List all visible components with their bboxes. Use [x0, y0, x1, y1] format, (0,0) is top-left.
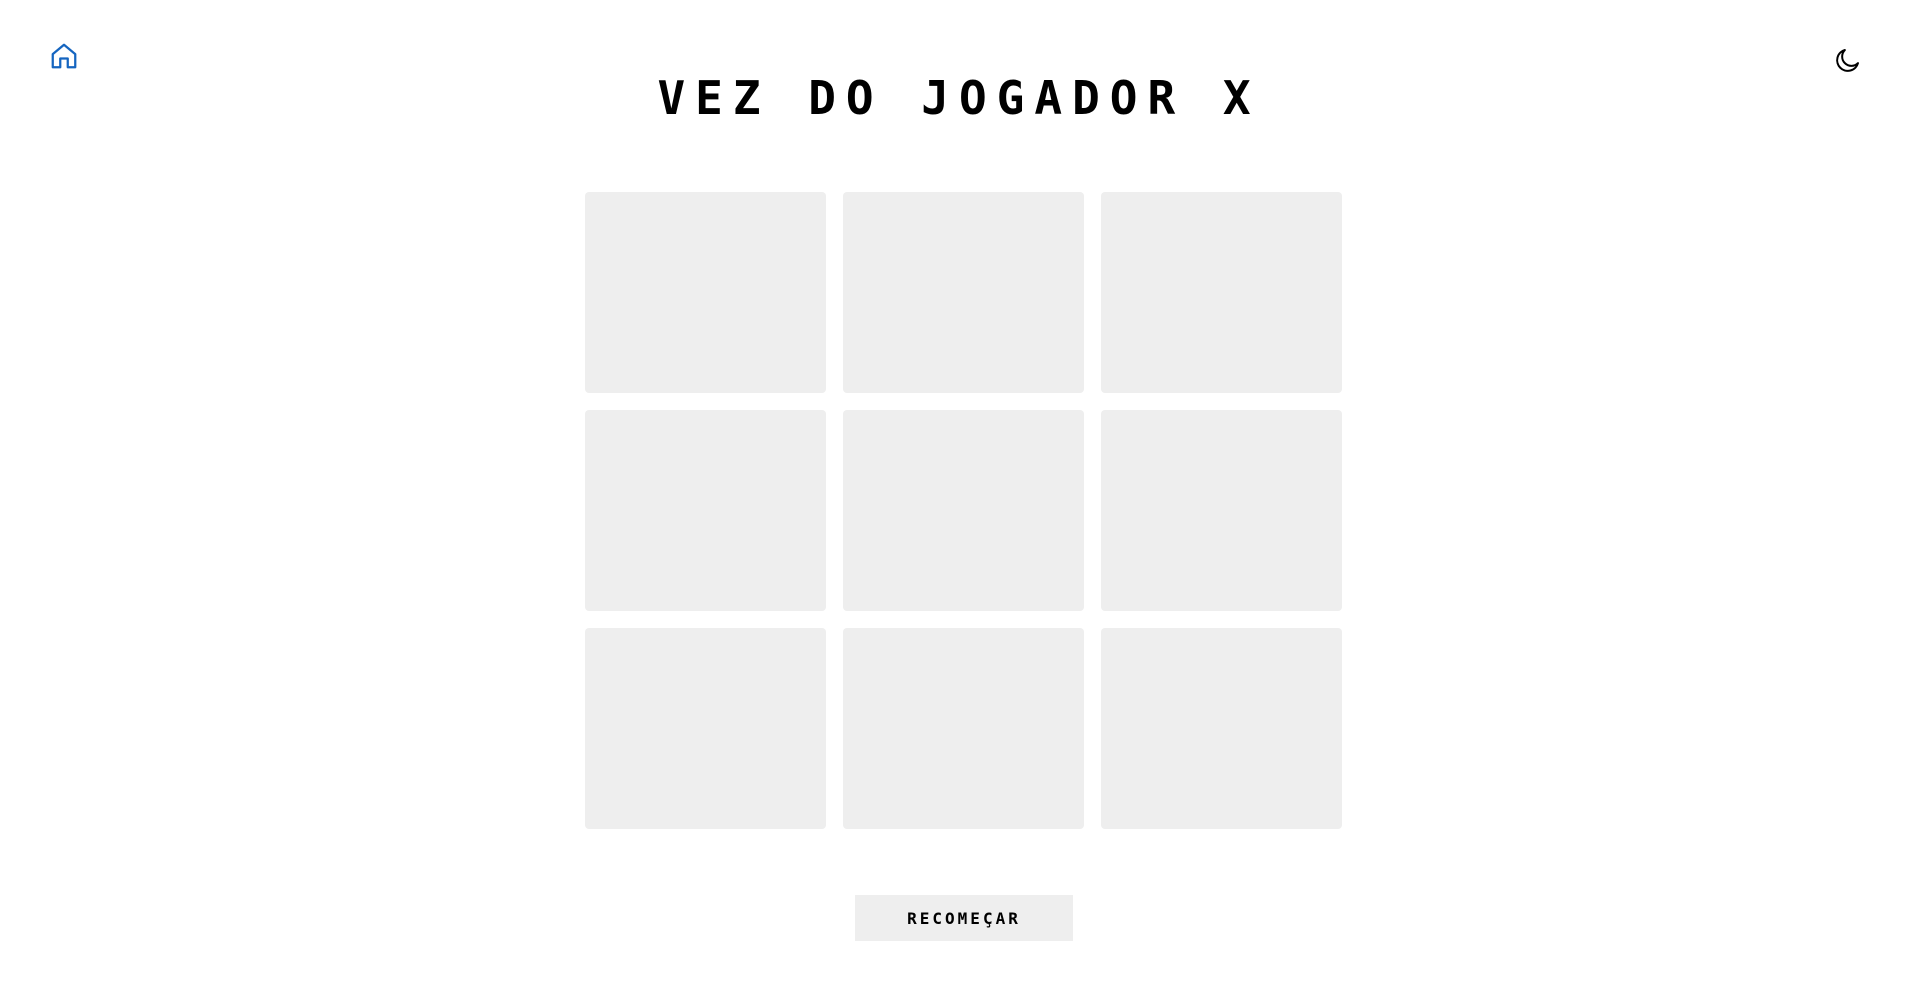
board-cell[interactable]: [1101, 628, 1342, 829]
board-cell[interactable]: [1101, 410, 1342, 611]
board-cell[interactable]: [1101, 192, 1342, 393]
board-cell[interactable]: [585, 628, 826, 829]
game-board: [585, 192, 1342, 829]
board-cell[interactable]: [585, 192, 826, 393]
board-cell[interactable]: [843, 192, 1084, 393]
board-cell[interactable]: [843, 628, 1084, 829]
board-cell[interactable]: [843, 410, 1084, 611]
turn-indicator-title: VEZ DO JOGADOR X: [657, 71, 1261, 125]
board-cell[interactable]: [585, 410, 826, 611]
restart-button[interactable]: RECOMEÇAR: [855, 895, 1073, 941]
